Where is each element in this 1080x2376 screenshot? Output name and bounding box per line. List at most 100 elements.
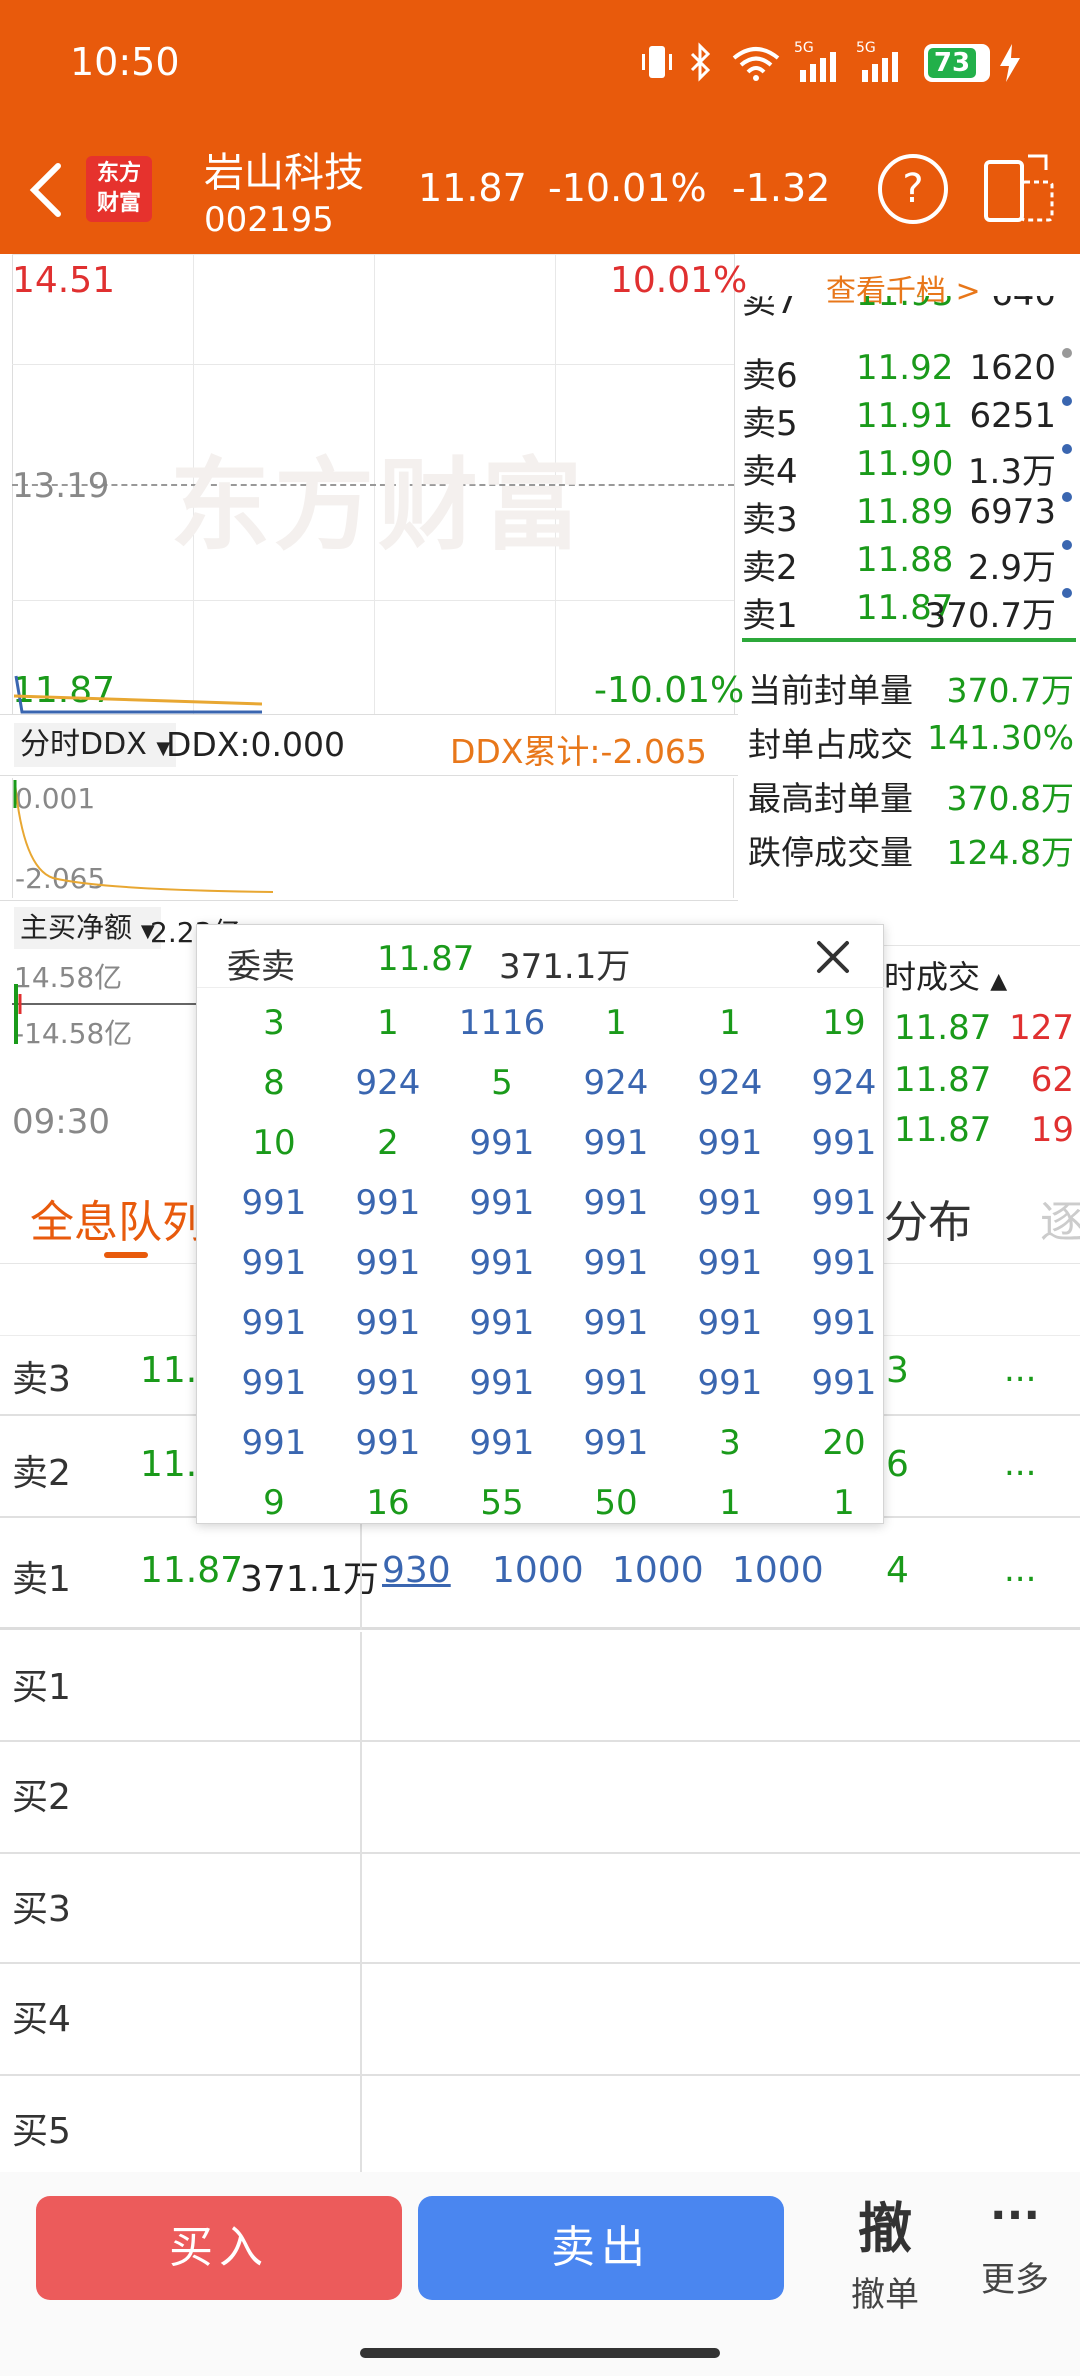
level-dot — [1062, 444, 1072, 454]
stat-label: 跌停成交量 — [748, 833, 913, 872]
price-line — [13, 675, 262, 714]
queue-order-cell: 991 — [811, 1363, 877, 1403]
signal-icon — [798, 52, 838, 86]
net-selector[interactable]: 主买净额 ▼ — [14, 907, 161, 949]
table-row-buy[interactable]: 买5 — [0, 2076, 1080, 2172]
chart-high-price: 14.51 — [12, 260, 116, 301]
queue-order-cell: 991 — [241, 1423, 307, 1463]
queue-order-cell: 991 — [241, 1243, 307, 1283]
trade-price: 11.87 — [894, 1060, 992, 1100]
tab-tick[interactable]: 逐 — [1040, 1186, 1080, 1250]
row-label: 买4 — [12, 1999, 71, 2040]
logo-line-1: 东方 — [96, 161, 141, 186]
table-row-buy[interactable]: 买2 — [0, 1742, 1080, 1854]
queue-order-cell: 1 — [605, 1003, 627, 1043]
orderbook-row[interactable]: 卖6 11.92 1620 — [742, 344, 1076, 396]
charging-icon — [998, 44, 1022, 86]
more-button[interactable]: ··· 更多 — [960, 2184, 1070, 2301]
queue-order-cell: 991 — [469, 1423, 535, 1463]
trade-price: 11.87 — [894, 1008, 992, 1048]
queue-order-cell: 991 — [583, 1363, 649, 1403]
queue-order-4[interactable]: 1000 — [732, 1550, 824, 1591]
queue-order-cell: 991 — [469, 1243, 535, 1283]
row-more[interactable]: ... — [1004, 1444, 1036, 1484]
help-icon[interactable]: ? — [878, 154, 948, 224]
level-price: 11.93 — [856, 296, 953, 314]
back-icon[interactable] — [22, 160, 72, 220]
orderbook-row[interactable]: 卖4 11.90 1.3万 — [742, 440, 1076, 492]
close-icon[interactable] — [811, 935, 855, 979]
cancel-order-button[interactable]: 撤 撤单 — [830, 2184, 940, 2316]
queue-order-cell: 991 — [241, 1303, 307, 1343]
row-label: 买5 — [12, 2111, 71, 2152]
signal-icon-2 — [860, 52, 900, 86]
sell-button[interactable]: 卖出 — [418, 2196, 784, 2300]
queue-order-cell: 991 — [697, 1243, 763, 1283]
queue-order-cell: 991 — [355, 1363, 421, 1403]
queue-order-2[interactable]: 1000 — [492, 1550, 584, 1591]
orderbook-row[interactable]: 卖3 11.89 6973 — [742, 488, 1076, 540]
wifi-icon — [730, 44, 782, 86]
chart-mid-price: 13.19 — [12, 466, 110, 506]
orderbook-row[interactable]: 卖1 11.87 370.7万 — [742, 584, 1076, 636]
queue-order-cell: 991 — [811, 1183, 877, 1223]
orderbook-row[interactable]: 卖7 11.93 640 — [742, 296, 1076, 324]
trades-header[interactable]: 时成交 ▲ — [884, 952, 1007, 998]
bottom-action-bar: 买入 卖出 撤 撤单 ··· 更多 — [0, 2172, 1080, 2376]
queue-order-cell: 991 — [811, 1243, 877, 1283]
tab-full-queue[interactable]: 全息队列 — [30, 1186, 206, 1250]
stock-price: 11.87 — [418, 166, 527, 210]
queue-order-cell: 1 — [377, 1003, 399, 1043]
queue-order-cell: 20 — [822, 1423, 866, 1463]
level-price: 11.92 — [856, 348, 954, 388]
popup-price: 11.87 — [377, 939, 475, 979]
queue-order-cell: 8 — [263, 1063, 285, 1103]
queue-order-1[interactable]: 930 — [382, 1550, 451, 1591]
table-row-buy[interactable]: 买3 — [0, 1854, 1080, 1964]
row-label: 卖2 — [12, 1453, 71, 1494]
level-label: 卖1 — [742, 596, 798, 636]
row-more[interactable]: ... — [1004, 1350, 1036, 1390]
trade-volume: 19 — [1030, 1110, 1074, 1150]
more-label: 更多 — [981, 2260, 1049, 2300]
queue-order-cell: 991 — [697, 1183, 763, 1223]
buy-button[interactable]: 买入 — [36, 2196, 402, 2300]
queue-order-cell: 991 — [469, 1303, 535, 1343]
orderbook-row[interactable]: 卖5 11.91 6251 — [742, 392, 1076, 444]
queue-order-cell: 991 — [697, 1363, 763, 1403]
level-label: 卖5 — [742, 404, 798, 444]
title-bar: 东方 财富 岩山科技 002195 11.87 -10.01% -1.32 ? — [0, 130, 1080, 254]
queue-order-3[interactable]: 1000 — [612, 1550, 704, 1591]
queue-order-cell: 991 — [583, 1423, 649, 1463]
queue-order-cell: 924 — [583, 1063, 649, 1103]
logo-line-2: 财富 — [96, 191, 141, 216]
queue-order-cell: 991 — [583, 1243, 649, 1283]
row-more[interactable]: ... — [1004, 1550, 1036, 1590]
queue-order-cell: 991 — [355, 1423, 421, 1463]
table-row-buy[interactable]: 买1 — [0, 1632, 1080, 1742]
level-dot — [1062, 540, 1072, 550]
stat-value: 124.8万 — [946, 833, 1074, 872]
queue-order-cell: 50 — [594, 1483, 638, 1523]
queue-order-cell: 991 — [355, 1183, 421, 1223]
level-label: 卖7 — [742, 296, 798, 322]
ddx-selector-label: 分时DDX — [20, 727, 147, 762]
ddx-selector[interactable]: 分时DDX ▼ — [14, 723, 177, 767]
row-volume: 371.1万 — [240, 1559, 380, 1600]
queue-order-cell: 55 — [480, 1483, 524, 1523]
table-row-buy[interactable]: 买4 — [0, 1964, 1080, 2076]
queue-order-cell: 924 — [811, 1063, 877, 1103]
stat-label: 封单占成交 — [748, 725, 913, 764]
queue-order-cell: 991 — [355, 1303, 421, 1343]
table-row-sell1[interactable]: 卖1 11.87 371.1万 930 1000 1000 1000 4 ... — [0, 1518, 1080, 1630]
battery-level: 73 — [928, 48, 976, 78]
more-icon: ··· — [989, 2190, 1041, 2241]
orderbook-row[interactable]: 卖2 11.88 2.9万 — [742, 536, 1076, 588]
queue-order-cell: 9 — [263, 1483, 285, 1523]
queue-order-cell: 991 — [811, 1303, 877, 1343]
stat-value: 370.7万 — [946, 671, 1074, 710]
queue-order-cell: 16 — [366, 1483, 410, 1523]
landscape-switch-icon[interactable] — [982, 152, 1056, 228]
status-bar: 10:50 5G 5G 73 — [0, 0, 1080, 130]
level-label: 卖2 — [742, 548, 798, 588]
